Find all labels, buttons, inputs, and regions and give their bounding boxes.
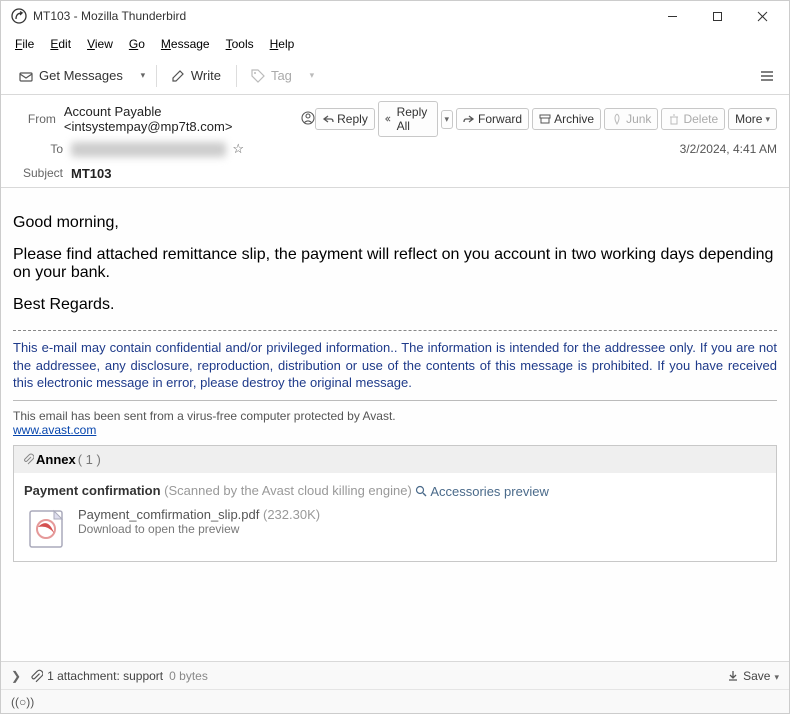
disclaimer-text: This e-mail may contain confidential and… — [13, 339, 777, 392]
tag-button[interactable]: Tag — [241, 63, 301, 89]
thin-separator — [13, 400, 777, 401]
download-hint: Download to open the preview — [78, 522, 320, 536]
body-p2: Please find attached remittance slip, th… — [13, 246, 777, 282]
reply-button[interactable]: Reply — [315, 108, 375, 130]
menu-button[interactable] — [753, 62, 781, 90]
menu-file[interactable]: File — [9, 35, 40, 53]
trash-icon — [668, 113, 680, 125]
archive-button[interactable]: Archive — [532, 108, 601, 130]
from-value[interactable]: Account Payable <intsystempay@mp7t8.com> — [64, 104, 295, 134]
menu-tools[interactable]: Tools — [220, 35, 260, 53]
hamburger-icon — [759, 68, 775, 84]
message-headers: From Account Payable <intsystempay@mp7t8… — [1, 95, 789, 188]
maximize-button[interactable] — [695, 1, 740, 31]
attachment-size: (232.30K) — [263, 507, 320, 522]
download-icon — [727, 670, 739, 682]
message-body: Good morning, Please find attached remit… — [1, 188, 789, 661]
reply-all-dropdown[interactable]: ▾ — [441, 110, 454, 129]
menu-message[interactable]: Message — [155, 35, 216, 53]
menu-view[interactable]: View — [81, 35, 119, 53]
attachment-bar: ❯ 1 attachment: support 0 bytes Save ▾ — [1, 661, 789, 689]
pdf-icon — [24, 507, 68, 551]
annex-body: Payment confirmation (Scanned by the Ava… — [14, 473, 776, 561]
pencil-icon — [170, 68, 186, 84]
dashed-separator — [13, 330, 777, 331]
forward-icon — [463, 113, 475, 125]
subject-label: Subject — [13, 166, 63, 180]
titlebar: MT103 - Mozilla Thunderbird — [1, 1, 789, 31]
app-icon — [11, 8, 27, 24]
save-dropdown[interactable]: ▾ — [774, 669, 779, 683]
archive-icon — [539, 113, 551, 125]
tag-dropdown[interactable]: ▾ — [303, 70, 321, 81]
reply-all-button[interactable]: Reply All — [378, 101, 438, 137]
thunderbird-window: MT103 - Mozilla Thunderbird File Edit Vi… — [0, 0, 790, 714]
to-value[interactable]: ████████████████ — [71, 142, 226, 157]
connection-status-icon[interactable]: ((○)) — [11, 695, 34, 709]
minimize-button[interactable] — [650, 1, 695, 31]
more-button[interactable]: More ▾ — [728, 108, 777, 130]
attachment-total-size: 0 bytes — [169, 669, 208, 683]
inbox-icon — [18, 68, 34, 84]
reply-icon — [322, 113, 334, 125]
message-actions: Reply Reply All ▾ Forward Archive Junk D… — [315, 101, 777, 137]
separator — [236, 65, 237, 87]
window-title: MT103 - Mozilla Thunderbird — [33, 9, 650, 23]
menu-help[interactable]: Help — [264, 35, 301, 53]
annex-header: Annex ( 1 ) — [14, 446, 776, 473]
expand-attachments[interactable]: ❯ — [11, 669, 21, 683]
contact-icon[interactable] — [301, 111, 315, 128]
junk-icon — [611, 113, 623, 125]
get-messages-button[interactable]: Get Messages — [9, 63, 132, 89]
accessories-preview-link[interactable]: Accessories preview — [415, 484, 548, 499]
attachment-filename: Payment_comfirmation_slip.pdf — [78, 507, 259, 522]
from-label: From — [13, 112, 56, 126]
get-messages-dropdown[interactable]: ▾ — [134, 70, 152, 81]
paperclip-icon — [29, 669, 43, 683]
reply-all-icon — [385, 113, 394, 125]
attachment-summary[interactable]: 1 attachment: support — [47, 669, 163, 683]
menubar: File Edit View Go Message Tools Help — [1, 31, 789, 57]
separator — [156, 65, 157, 87]
star-icon[interactable]: ☆ — [232, 141, 244, 157]
avast-link[interactable]: www.avast.com — [13, 423, 96, 437]
message-date: 3/2/2024, 4:41 AM — [680, 142, 777, 156]
delete-button[interactable]: Delete — [661, 108, 725, 130]
annex-box: Annex ( 1 ) Payment confirmation (Scanne… — [13, 445, 777, 562]
menu-edit[interactable]: Edit — [44, 35, 77, 53]
forward-button[interactable]: Forward — [456, 108, 529, 130]
close-button[interactable] — [740, 1, 785, 31]
status-bar: ((○)) — [1, 689, 789, 713]
subject-value: MT103 — [71, 166, 111, 181]
menu-go[interactable]: Go — [123, 35, 151, 53]
attachment-item[interactable]: Payment_comfirmation_slip.pdf (232.30K) … — [24, 507, 766, 551]
body-p3: Best Regards. — [13, 296, 777, 314]
toolbar: Get Messages ▾ Write Tag ▾ — [1, 57, 789, 95]
write-button[interactable]: Write — [161, 63, 230, 89]
to-label: To — [13, 142, 63, 156]
save-button[interactable]: Save — [727, 669, 770, 683]
annex-section: Payment confirmation (Scanned by the Ava… — [24, 483, 766, 499]
tag-icon — [250, 68, 266, 84]
window-controls — [650, 1, 785, 31]
avast-note: This email has been sent from a virus-fr… — [13, 409, 777, 437]
body-p1: Good morning, — [13, 214, 777, 232]
junk-button[interactable]: Junk — [604, 108, 658, 130]
paperclip-icon — [22, 453, 34, 465]
